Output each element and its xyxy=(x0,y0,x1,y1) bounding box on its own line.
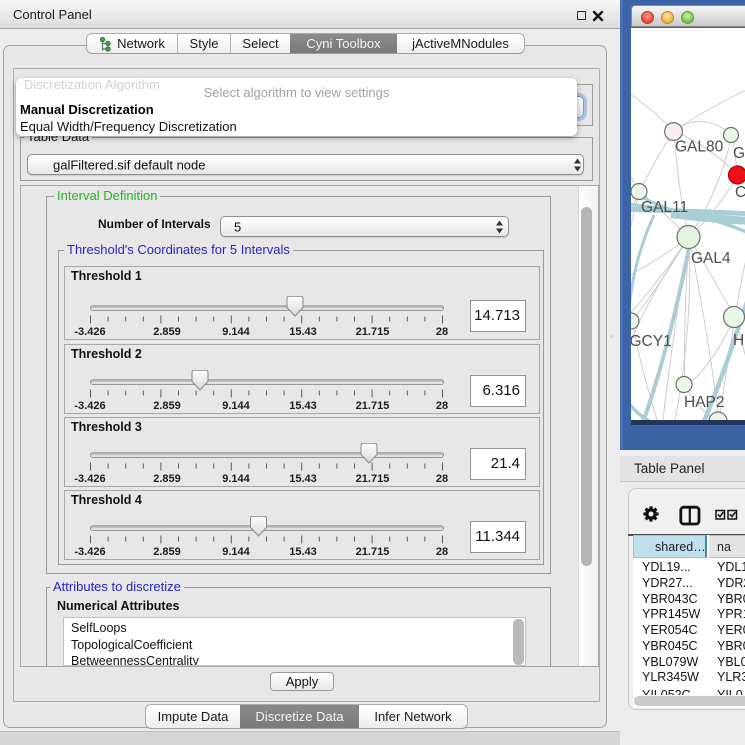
svg-text:GAL11: GAL11 xyxy=(641,199,688,216)
svg-text:HAP2: HAP2 xyxy=(684,394,725,411)
svg-text:GA: GA xyxy=(733,145,745,162)
svg-text:GAL80: GAL80 xyxy=(675,139,724,156)
svg-text:C: C xyxy=(735,184,745,201)
svg-text:GCY1: GCY1 xyxy=(631,333,672,350)
svg-text:H: H xyxy=(733,332,744,349)
svg-text:GAL4: GAL4 xyxy=(691,250,731,267)
